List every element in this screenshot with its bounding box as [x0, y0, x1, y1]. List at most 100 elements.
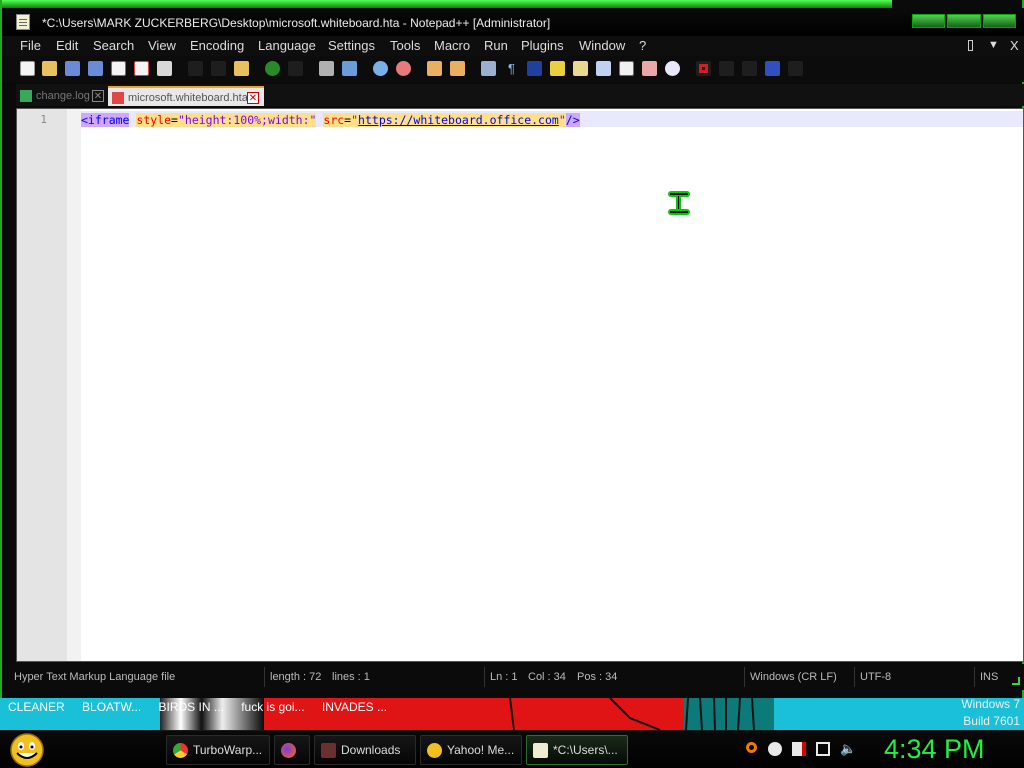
- save-macro-icon[interactable]: [788, 61, 803, 76]
- tag-close: />: [565, 113, 580, 127]
- taskbar-firefox[interactable]: [274, 735, 310, 765]
- editor-area[interactable]: 1 <iframe style="height:100%;width:" src…: [16, 108, 1024, 662]
- status-pos: Pos : 34: [577, 671, 618, 683]
- status-separator: [484, 667, 485, 687]
- menu-view[interactable]: View: [148, 38, 176, 53]
- taskbar: TurboWarp... Downloads Yahoo! Me... *C:\…: [0, 730, 1024, 768]
- menu-settings[interactable]: Settings: [328, 38, 375, 53]
- undo-icon[interactable]: [265, 61, 280, 76]
- minimize-button[interactable]: [912, 14, 946, 28]
- line-number-gutter: 1: [17, 109, 67, 661]
- menu-window[interactable]: Window: [579, 38, 625, 53]
- action-center-flag-icon[interactable]: [792, 742, 806, 756]
- redo-icon[interactable]: [288, 61, 303, 76]
- taskbar-notepadpp[interactable]: *C:\Users\...: [526, 735, 628, 765]
- word-wrap-icon[interactable]: [481, 61, 496, 76]
- attr-src: src: [323, 113, 345, 127]
- taskbar-turbowarp[interactable]: TurboWarp...: [166, 735, 270, 765]
- sync-v-icon[interactable]: [427, 61, 442, 76]
- url-link[interactable]: https://whiteboard.office.com: [358, 113, 559, 127]
- doc-list-arrow[interactable]: ▼: [988, 39, 999, 51]
- stop-macro-icon[interactable]: [719, 61, 734, 76]
- close-doc-button[interactable]: X: [1010, 38, 1019, 53]
- windows-version-watermark: Windows 7 Build 7601: [961, 696, 1020, 730]
- close-tab-icon[interactable]: ✕: [247, 92, 259, 104]
- eye-icon[interactable]: [665, 61, 680, 76]
- save-icon[interactable]: [65, 61, 80, 76]
- menu-file[interactable]: File: [20, 38, 41, 53]
- close-all-icon[interactable]: [134, 61, 149, 76]
- wallpaper-graphic: [509, 698, 755, 730]
- paste-icon[interactable]: [234, 61, 249, 76]
- menu-language[interactable]: Language: [258, 38, 316, 53]
- start-button[interactable]: [8, 732, 46, 768]
- menu-plugins[interactable]: Plugins: [521, 38, 564, 53]
- notepadpp-icon[interactable]: [16, 14, 30, 30]
- taskbar-label: *C:\Users\...: [553, 743, 618, 757]
- close-button[interactable]: [982, 14, 1016, 28]
- replace-icon[interactable]: [342, 61, 357, 76]
- desktop-ticker: CLEANER BLOATW... BIRDS IN ... fuck is g…: [8, 700, 401, 714]
- taskbar-yahoo-messenger[interactable]: Yahoo! Me...: [420, 735, 522, 765]
- maximize-button[interactable]: [947, 14, 981, 28]
- save-all-icon[interactable]: [88, 61, 103, 76]
- udl-icon[interactable]: [550, 61, 565, 76]
- status-eol[interactable]: Windows (CR LF): [750, 671, 837, 683]
- ticker-item: BLOATW...: [82, 700, 142, 714]
- network-icon[interactable]: [816, 742, 830, 756]
- firefox-icon: [281, 743, 296, 758]
- menu-edit[interactable]: Edit: [56, 38, 78, 53]
- restore-doc-icon[interactable]: [968, 40, 973, 51]
- taskbar-label: TurboWarp...: [193, 743, 263, 757]
- close-tab-icon[interactable]: ✕: [92, 90, 104, 102]
- notepadpp-window: *C:\Users\MARK ZUCKERBERG\Desktop\micros…: [0, 0, 1024, 700]
- menu-tools[interactable]: Tools: [390, 38, 420, 53]
- ibeam-cursor-icon: [668, 191, 690, 215]
- menu-help[interactable]: ?: [639, 38, 646, 53]
- toolbar: ¶: [2, 56, 1024, 82]
- folder-as-workspace-icon[interactable]: [619, 61, 634, 76]
- zoom-in-icon[interactable]: [373, 61, 388, 76]
- new-file-icon[interactable]: [20, 61, 35, 76]
- tab-change-log[interactable]: change.log ✕: [16, 86, 108, 106]
- run-macro-multiple-icon[interactable]: [765, 61, 780, 76]
- status-icon[interactable]: [768, 742, 782, 756]
- play-macro-icon[interactable]: [742, 61, 757, 76]
- menu-encoding[interactable]: Encoding: [190, 38, 244, 53]
- copy-icon[interactable]: [211, 61, 226, 76]
- taskbar-downloads[interactable]: Downloads: [314, 735, 416, 765]
- status-separator: [264, 667, 265, 687]
- sync-h-icon[interactable]: [450, 61, 465, 76]
- status-separator: [854, 667, 855, 687]
- show-all-chars-icon[interactable]: ¶: [504, 61, 519, 76]
- status-col: Col : 34: [528, 671, 566, 683]
- print-icon[interactable]: [157, 61, 172, 76]
- resize-grip[interactable]: [1012, 677, 1020, 685]
- status-encoding[interactable]: UTF-8: [860, 671, 891, 683]
- fold-margin[interactable]: [67, 109, 81, 661]
- menu-run[interactable]: Run: [484, 38, 508, 53]
- status-mode[interactable]: INS: [980, 671, 998, 683]
- record-macro-icon[interactable]: [696, 61, 711, 76]
- menu-macro[interactable]: Macro: [434, 38, 470, 53]
- volume-icon[interactable]: 🔈: [840, 742, 856, 756]
- function-list-icon[interactable]: [596, 61, 611, 76]
- status-file-type: Hyper Text Markup Language file: [14, 671, 176, 683]
- code-line[interactable]: <iframe style="height:100%;width:" src="…: [81, 113, 580, 127]
- doc-map-icon[interactable]: [573, 61, 588, 76]
- search-icon[interactable]: [746, 742, 757, 753]
- taskbar-label: Downloads: [341, 743, 401, 757]
- indent-guide-icon[interactable]: [527, 61, 542, 76]
- status-lines: lines : 1: [332, 671, 370, 683]
- zoom-out-icon[interactable]: [396, 61, 411, 76]
- close-file-icon[interactable]: [111, 61, 126, 76]
- cut-icon[interactable]: [188, 61, 203, 76]
- menu-search[interactable]: Search: [93, 38, 134, 53]
- find-icon[interactable]: [319, 61, 334, 76]
- clock[interactable]: 4:34 PM: [884, 734, 985, 765]
- monitoring-icon[interactable]: [642, 61, 657, 76]
- style-value: "height:100%;width:": [177, 113, 317, 127]
- title-bar[interactable]: *C:\Users\MARK ZUCKERBERG\Desktop\micros…: [2, 8, 1024, 36]
- tab-microsoft-whiteboard[interactable]: microsoft.whiteboard.hta ✕: [108, 86, 264, 106]
- open-file-icon[interactable]: [42, 61, 57, 76]
